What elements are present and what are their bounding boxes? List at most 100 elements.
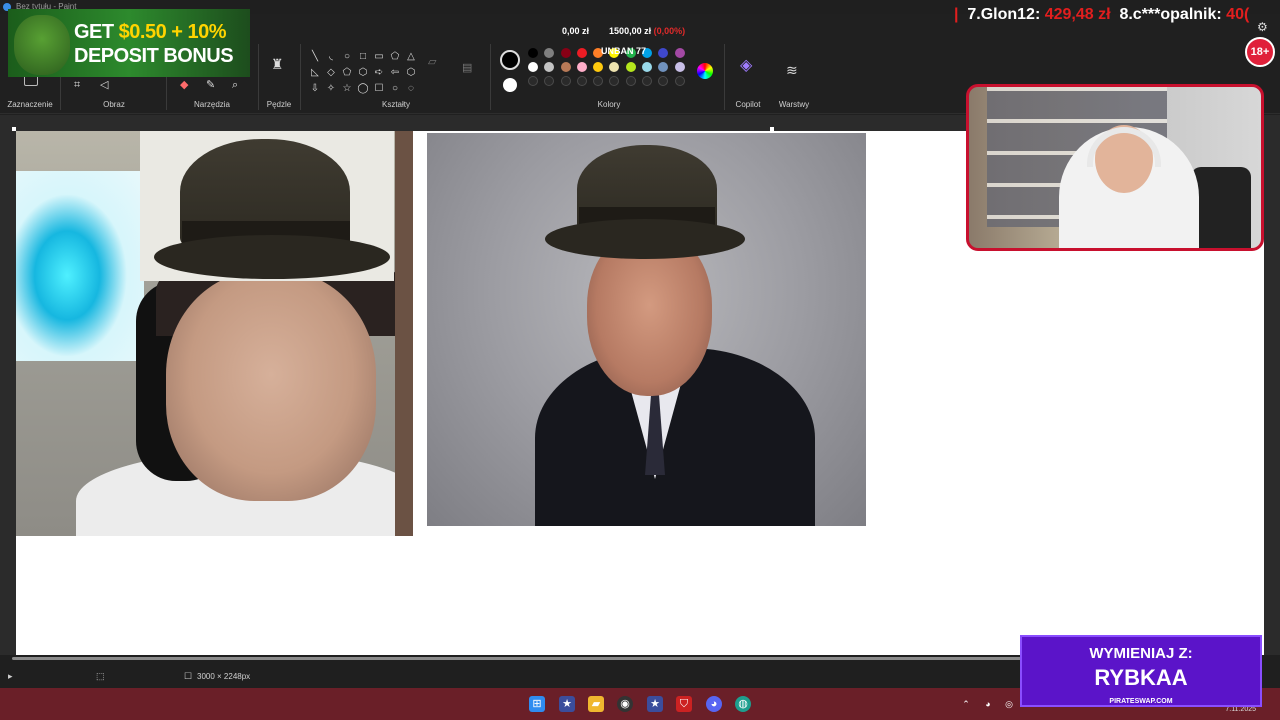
palette-color-swatch[interactable] [576, 48, 587, 58]
ticker-rank: 8.c***opalnik: [1119, 6, 1222, 23]
custom-color-slot[interactable] [544, 76, 555, 86]
custom-color-slot[interactable] [625, 76, 636, 86]
shape-left-arrow[interactable]: ⇦ [388, 66, 402, 80]
shape-rectangle[interactable]: □ [356, 50, 370, 64]
shape-heart[interactable]: ○ [388, 82, 402, 96]
copilot-icon[interactable]: ◈ [740, 58, 752, 74]
monitor-wallpaper [16, 171, 144, 361]
tray-icon[interactable]: ⌃ [960, 696, 972, 712]
palette-color-swatch[interactable] [560, 62, 571, 72]
unban-counter: UNBAN 77 [601, 46, 647, 56]
edit-colors-icon[interactable] [697, 63, 713, 79]
app-icon[interactable]: ★ [559, 696, 575, 712]
palette-color-swatch[interactable] [593, 62, 604, 72]
divider [724, 44, 725, 110]
palette-color-swatch[interactable] [625, 62, 636, 72]
network-icon[interactable]: ◎ [1003, 696, 1015, 712]
brush-icon[interactable]: ♜ [271, 57, 284, 71]
palette-color-swatch[interactable] [658, 48, 669, 58]
shape-callout-rect[interactable]: ☐ [372, 82, 386, 96]
custom-color-slot[interactable] [642, 76, 653, 86]
shape-polygon[interactable]: ⬠ [388, 50, 402, 64]
palette-color-swatch[interactable] [528, 48, 538, 58]
custom-color-slot[interactable] [674, 76, 685, 86]
custom-color-slot[interactable] [593, 76, 604, 86]
group-label-brushes: Pędzle [266, 100, 292, 109]
shape-line[interactable]: ╲ [308, 50, 322, 64]
palette-color-swatch[interactable] [658, 62, 669, 72]
eraser-icon[interactable]: ◆ [180, 79, 188, 91]
settings-gear-icon[interactable]: ⚙ [1257, 20, 1268, 34]
ad-line-2: DEPOSIT BONUS [74, 45, 234, 67]
palette-color-swatch[interactable] [674, 62, 685, 72]
crop-icon[interactable]: ⌗ [74, 79, 80, 91]
palette-color-swatch[interactable] [674, 48, 685, 58]
current-color-swatch[interactable] [500, 50, 520, 70]
donation-goal: 0,00 zł 1500,00 zł (0,00%) [562, 26, 685, 36]
fill-icon[interactable]: ▤ [462, 62, 472, 74]
donation-current: 0,00 zł [562, 26, 590, 36]
outline-icon[interactable]: ▱ [428, 56, 436, 68]
shape-curve[interactable]: ◟ [324, 50, 338, 64]
rotate-icon[interactable]: ◁ [100, 79, 108, 91]
donation-ticker: | 7.Glon12: 429,48 zł 8.c***opalnik: 40( [954, 6, 1280, 28]
custom-color-slot[interactable] [560, 76, 571, 86]
ticker-rank: 7.Glon12: [967, 6, 1041, 23]
layers-icon[interactable]: ≋ [786, 63, 798, 77]
hat-brim [545, 219, 745, 259]
secondary-color-swatch[interactable] [503, 78, 517, 92]
discord-tray-icon[interactable]: ◕ [982, 696, 994, 712]
palette-color-swatch[interactable] [609, 62, 620, 72]
shape-right-triangle[interactable]: ◺ [308, 66, 322, 80]
custom-color-slot[interactable] [609, 76, 620, 86]
group-label-image: Obraz [103, 100, 125, 109]
taskbar-date: 7.11.2025 [1225, 706, 1256, 713]
palette-color-swatch[interactable] [528, 62, 538, 72]
custom-color-slot[interactable] [658, 76, 669, 86]
promo-line-1: WYMIENIAJ Z: [1089, 645, 1193, 662]
custom-color-slot[interactable] [576, 76, 587, 86]
shape-up-arrow[interactable]: ⬡ [404, 66, 418, 80]
shape-callout-oval[interactable]: ◯ [356, 82, 370, 96]
divider [258, 44, 259, 110]
chair [1191, 167, 1251, 248]
color-picker-icon[interactable]: ✎ [206, 79, 215, 91]
shape-hexagon[interactable]: ⬡ [356, 66, 370, 80]
shape-right-arrow[interactable]: ➪ [372, 66, 386, 80]
palette-color-swatch[interactable] [544, 48, 555, 58]
browser-icon[interactable]: ◍ [735, 696, 751, 712]
group-label-colors: Kolory [597, 100, 621, 109]
ticker-bullet: | [954, 6, 959, 23]
magnifier-icon[interactable]: ⌕ [232, 79, 238, 91]
shape-rounded-rectangle[interactable]: ▭ [372, 50, 386, 64]
resize-handle[interactable] [770, 127, 774, 131]
palette-color-swatch[interactable] [576, 62, 587, 72]
shape-five-point-star[interactable]: ☆ [340, 82, 354, 96]
age-rating-badge: 18+ [1245, 37, 1275, 67]
group-label-copilot: Copilot [735, 100, 761, 109]
custom-color-slot[interactable] [528, 76, 538, 86]
app-icon[interactable]: ★ [647, 696, 663, 712]
ad-highlight-text: $0.50 + 10% [118, 21, 227, 43]
hat-brim [154, 235, 390, 279]
palette-color-swatch[interactable] [642, 62, 653, 72]
shape-pentagon[interactable]: ⬠ [340, 66, 354, 80]
browser-icon[interactable]: ◉ [617, 696, 633, 712]
shape-four-point-star[interactable]: ✧ [324, 82, 338, 96]
shield-icon[interactable]: ⛉ [676, 696, 692, 712]
shape-cloud[interactable]: ◌ [404, 82, 418, 96]
group-label-shapes: Kształty [381, 100, 410, 109]
start-icon[interactable]: ⊞ [529, 696, 545, 712]
shapes-gallery: ╲ ◟ ○ □ ▭ ⬠ △ ◺ ◇ ⬠ ⬡ ➪ ⇦ ⬡ ⇩ ✧ ☆ ◯ ☐ ○ … [308, 50, 416, 96]
group-label-tools: Narzędzia [193, 100, 230, 109]
shape-triangle[interactable]: △ [404, 50, 418, 64]
cursor-position-icon: ▸ [8, 671, 13, 681]
divider [490, 44, 491, 110]
file-explorer-icon[interactable]: ▰ [588, 696, 604, 712]
shape-oval[interactable]: ○ [340, 50, 354, 64]
shape-down-arrow[interactable]: ⇩ [308, 82, 322, 96]
discord-icon[interactable]: ◕ [706, 696, 722, 712]
palette-color-swatch[interactable] [560, 48, 571, 58]
palette-color-swatch[interactable] [544, 62, 555, 72]
shape-diamond[interactable]: ◇ [324, 66, 338, 80]
